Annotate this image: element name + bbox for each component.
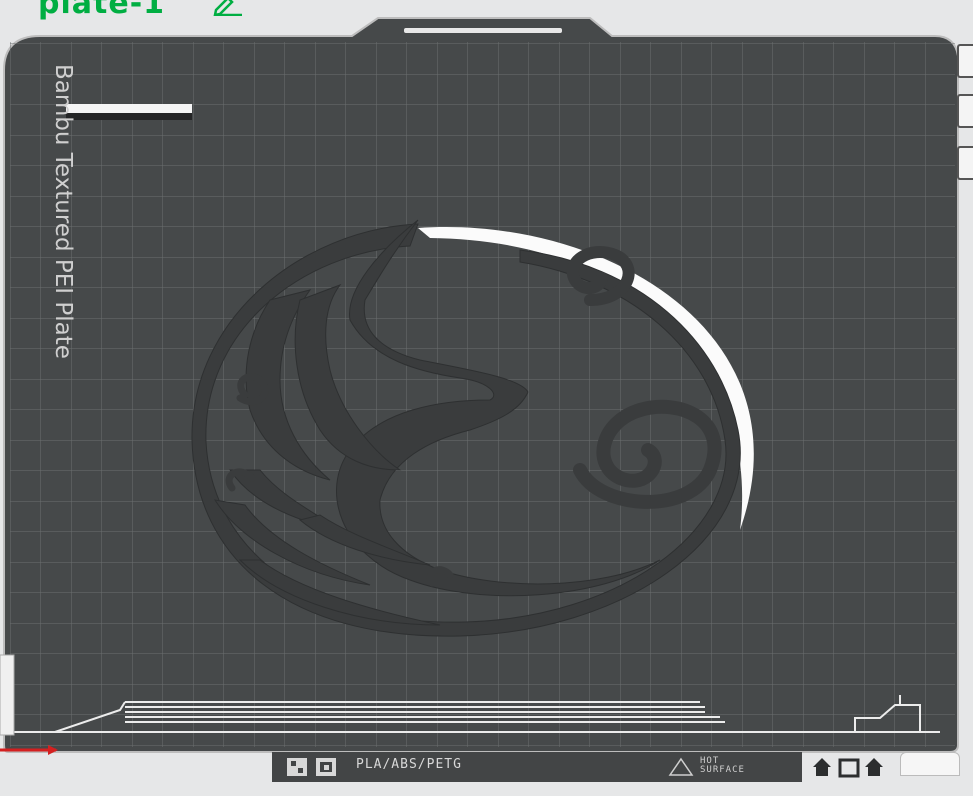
plate-action-icons[interactable] [812, 756, 892, 780]
layers-icon[interactable] [957, 94, 973, 128]
warning-icon [668, 757, 694, 776]
hot-surface-warning: HOT SURFACE [700, 757, 745, 775]
filament-compatibility: PLA/ABS/PETG [356, 757, 462, 772]
plate-corner-tab [900, 752, 960, 776]
close-icon[interactable] [957, 44, 973, 78]
3d-viewport[interactable] [0, 0, 973, 796]
plate-code-icon [287, 758, 336, 776]
plate-end-box [792, 752, 802, 782]
panel-icon[interactable] [957, 146, 973, 180]
plate-type-label: Bambu Textured PEI Plate [50, 64, 76, 359]
build-plate-grid [10, 42, 955, 747]
hot-surface-line2: SURFACE [700, 765, 745, 775]
origin-marker [66, 104, 192, 113]
